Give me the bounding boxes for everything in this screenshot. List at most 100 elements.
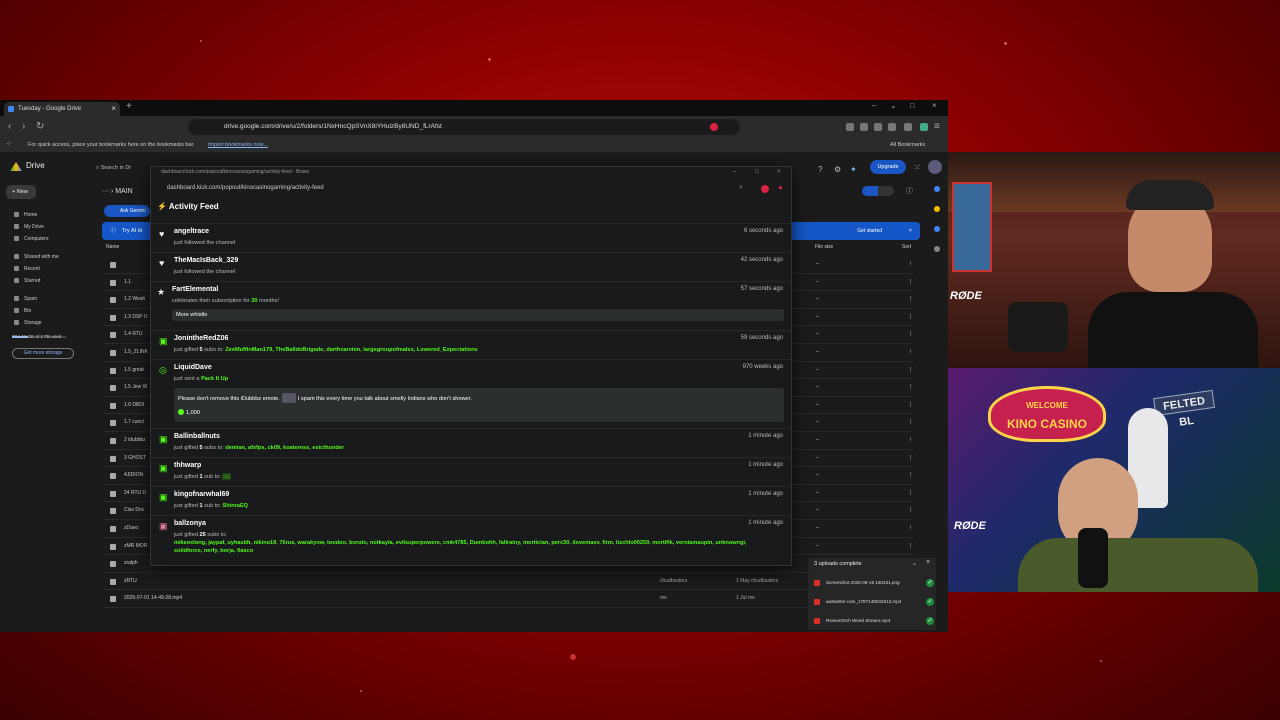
zoom-icon[interactable]: ⌕ [739,184,743,192]
event-user[interactable]: thhwarp [174,462,201,469]
event-user[interactable]: Ballinballnuts [174,433,220,440]
col-name[interactable]: Name [106,244,119,250]
more-actions-icon[interactable]: ⋮ [908,344,913,361]
sidebar-item-shared[interactable]: Shared with me [14,254,59,260]
event-user[interactable]: kingofnarwhal69 [174,491,229,498]
sidebar-icon[interactable] [874,123,882,131]
rewards-icon[interactable]: ▲ [777,184,784,191]
feed-event[interactable]: ▣ ballzonya just gifted 25 subs to: mikeo… [151,515,791,565]
more-actions-icon[interactable]: ⋮ [908,397,913,414]
popup-close-icon[interactable]: × [777,169,781,175]
forward-icon[interactable]: › [22,121,25,133]
collapse-icon[interactable]: ⌄ [912,560,917,567]
sidebar-item-computers[interactable]: Computers [14,236,48,242]
feed-event[interactable]: ▣ kingofnarwhal69 just gifted 1 sub to: … [151,486,791,515]
feed-event[interactable]: ◎ LiquidDave just sent a Pack It Up 970 … [151,359,791,425]
more-actions-icon[interactable]: ⋮ [908,538,913,555]
event-user[interactable]: JonintheRedZ06 [174,335,228,342]
more-actions-icon[interactable]: ⋮ [908,432,913,449]
extensions-puzzle-icon[interactable] [888,123,896,131]
tasks-icon[interactable] [934,226,940,232]
more-actions-icon[interactable]: ⋮ [908,485,913,502]
sort-button[interactable]: Sort [902,244,911,250]
brave-shield-icon[interactable] [761,185,769,193]
sidebar-item-recent[interactable]: Recent [14,266,40,272]
breadcrumb[interactable]: ··· › MAIN [102,188,133,195]
more-actions-icon[interactable]: ⋮ [908,467,913,484]
more-actions-icon[interactable]: ⋮ [908,414,913,431]
feed-event[interactable]: ▣ Ballinballnuts just gifted 5 subs to: … [151,428,791,457]
sidebar-item-storage[interactable]: Storage [14,320,42,326]
avatar[interactable] [928,160,942,174]
profile-icon[interactable] [920,123,928,131]
ask-gemini-button[interactable]: Ask Gemini [104,205,150,217]
feed-event[interactable]: ▣ JonintheRedZ06 just gifted 5 subs to: … [151,330,791,359]
event-user[interactable]: ballzonya [174,520,206,527]
more-actions-icon[interactable]: ⋮ [908,291,913,308]
get-started-button[interactable]: Get started [857,222,882,240]
more-actions-icon[interactable]: ⋮ [908,309,913,326]
file-row[interactable]: zRTUchudbusters1 May chudbusters–⋮ [104,573,914,591]
new-tab-icon[interactable]: + [126,101,132,112]
browser-tab[interactable]: Tuesday - Google Drive × [4,102,120,116]
feed-event[interactable]: ★ FartElemental celebrates their subscri… [151,281,791,330]
feed-event[interactable]: ▣ thhwarp just gifted 1 sub to: ▒▒ 1 min… [151,457,791,486]
more-actions-icon[interactable]: ⋮ [908,274,913,291]
more-actions-icon[interactable]: ⋮ [908,256,913,273]
reload-icon[interactable]: ↻ [36,121,44,133]
more-actions-icon[interactable]: ⋮ [908,450,913,467]
back-icon[interactable]: ‹ [8,121,11,133]
calendar-icon[interactable] [934,186,940,192]
extension-icon[interactable] [846,123,854,131]
address-bar[interactable]: drive.google.com/drive/u/2/folders/1NxHn… [188,119,740,135]
event-user[interactable]: TheMacIsBack_329 [174,257,238,264]
list-view-toggle[interactable] [862,186,878,196]
popup-minimize-icon[interactable]: – [733,169,736,175]
upgrade-button[interactable]: Upgrade [870,160,906,174]
sidebar-item-my-drive[interactable]: My Drive [14,224,44,230]
contacts-icon[interactable] [934,246,940,252]
more-actions-icon[interactable]: ⋮ [908,379,913,396]
feed-event[interactable]: ♥ TheMacIsBack_329 just followed the cha… [151,252,791,281]
details-icon[interactable]: ⓘ [906,186,913,196]
grid-view-toggle[interactable] [878,186,894,196]
help-icon[interactable]: ? [818,165,822,174]
upload-item[interactable]: ReviewTech Weed Stream.mp4 ✓ [814,612,934,630]
close-uploads-icon[interactable]: × [926,559,930,566]
apps-grid-icon[interactable]: ⁙ [914,163,921,172]
maximize-icon[interactable]: □ [910,101,915,110]
event-user[interactable]: LiquidDave [174,364,212,371]
menu-icon[interactable]: ≡ [934,121,940,133]
col-file-size[interactable]: File size [815,244,833,250]
apps-icon[interactable]: ⁘ [6,138,12,152]
event-user[interactable]: FartElemental [172,286,218,293]
more-actions-icon[interactable]: ⋮ [908,362,913,379]
get-more-storage-button[interactable]: Get more storage [12,348,74,359]
minimize-icon[interactable]: – [872,101,876,110]
keep-icon[interactable] [934,206,940,212]
wallet-icon[interactable] [904,123,912,131]
close-tab-icon[interactable]: × [111,102,116,116]
popup-maximize-icon[interactable]: □ [755,169,759,175]
new-button[interactable]: + New [6,185,36,199]
upload-item[interactable]: aastwitter.com_1787148032512.mp4 ✓ [814,593,934,611]
sidebar-item-spam[interactable]: Spam [14,296,37,302]
sidebar-item-bin[interactable]: Bin [14,308,31,314]
event-user[interactable]: angeltrace [174,228,209,235]
sidebar-item-starred[interactable]: Starred [14,278,40,284]
more-actions-icon[interactable]: ⋮ [908,326,913,343]
feed-event[interactable]: ♥ angeltrace just followed the channel 6… [151,223,791,252]
file-row[interactable]: 2026-07-01 14-49-28.mp4me1 Jul me–⋮ [104,590,914,608]
close-window-icon[interactable]: × [932,101,937,110]
import-bookmarks-link[interactable]: Import bookmarks now... [208,138,268,152]
more-actions-icon[interactable]: ⋮ [908,520,913,537]
settings-icon[interactable]: ⚙ [834,165,841,174]
tab-search-icon[interactable]: ⌄ [890,101,897,110]
more-actions-icon[interactable]: ⋮ [908,502,913,519]
upload-item[interactable]: Screenshot 2026-08-19 160431.png ✓ [814,574,934,592]
close-banner-icon[interactable]: × [909,222,912,240]
all-bookmarks[interactable]: All Bookmarks [890,138,925,152]
brave-shield-icon[interactable] [710,123,718,131]
sidebar-item-home[interactable]: Home [14,212,37,218]
gemini-icon[interactable]: ✦ [850,165,857,174]
